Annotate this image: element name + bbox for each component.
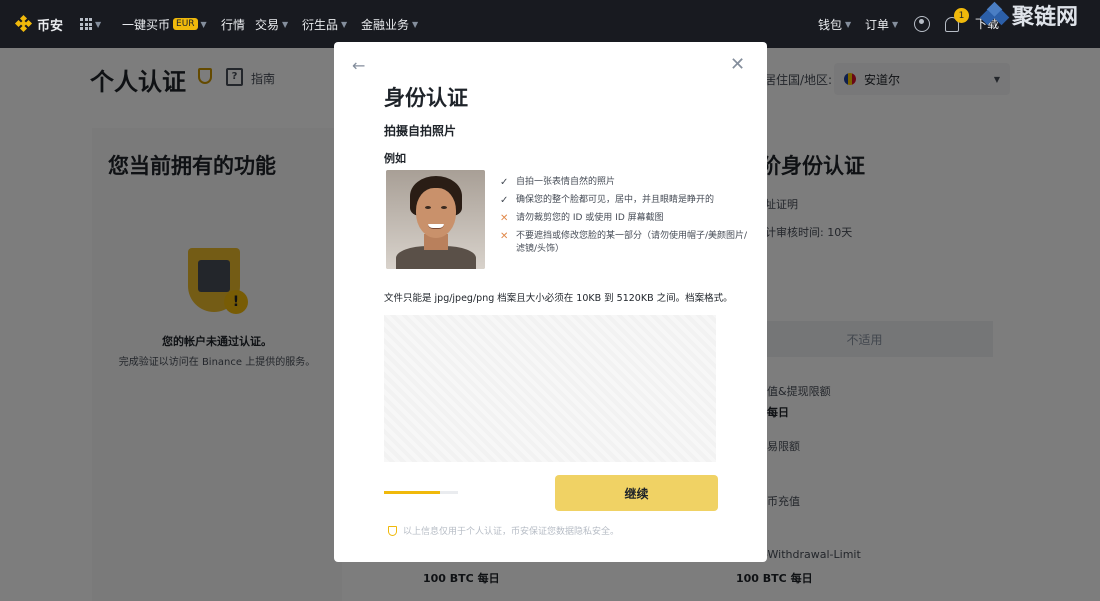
watermark-logo-icon [979,1,1010,26]
orders-menu[interactable]: 订单 ▼ [865,0,898,48]
currency-badge: EUR [173,18,198,30]
nav-item-buy-crypto[interactable]: 一键买币 EUR ▼ [122,0,207,48]
modal-title: 身份认证 [384,86,468,110]
rule-text: 请勿裁剪您的 ID 或使用 ID 屏幕截图 [516,213,664,223]
apps-menu-button[interactable]: ▼ [80,0,101,48]
orders-label: 订单 [865,17,890,32]
binance-logo[interactable]: 币安 [14,0,64,48]
rule-text: 确保您的整个脸都可见，居中，并且眼睛是睁开的 [516,195,715,205]
wallet-label: 钱包 [818,17,843,32]
selfie-rules-list: ✓ 自拍一张表情自然的照片 ✓ 确保您的整个脸都可见，居中，并且眼睛是睁开的 ✕… [500,176,750,261]
selfie-rule: ✕ 不要遮挡或修改您脸的某一部分（请勿使用帽子/美颜图片/滤镜/头饰） [500,230,750,256]
nav-item-derivatives[interactable]: 衍生品 ▼ [302,0,347,48]
notification-count-badge: 1 [954,8,969,23]
nav-item-trade[interactable]: 交易 ▼ [255,0,288,48]
identity-verification-modal: ← ✕ 身份认证 拍摄自拍照片 例如 ✓ 自拍一张表情自然的照片 ✓ 确保您的整… [334,42,767,562]
modal-subtitle: 拍摄自拍照片 [384,124,457,138]
logo-text: 币安 [37,18,64,34]
chevron-down-icon: ▼ [95,19,102,29]
example-selfie-image [386,170,485,269]
cross-icon: ✕ [500,231,509,242]
selfie-upload-area[interactable] [384,315,716,462]
example-label: 例如 [384,152,406,165]
selfie-rule: ✓ 确保您的整个脸都可见，居中，并且眼睛是睁开的 [500,194,750,207]
grid-icon [80,18,92,30]
notifications-button[interactable] [945,0,959,48]
nav-item-label: 行情 [221,17,246,32]
file-requirements-note: 文件只能是 jpg/jpeg/png 档案且大小必须在 10KB 到 5120K… [384,293,733,304]
cross-icon: ✕ [500,213,509,224]
close-icon[interactable]: ✕ [730,54,745,75]
privacy-notice: 以上信息仅用于个人认证，币安保证您数据隐私安全。 [388,524,619,537]
chevron-down-icon: ▼ [412,19,419,29]
nav-item-label: 衍生品 [302,17,339,32]
nav-item-label: 交易 [255,17,280,32]
nav-item-finance[interactable]: 金融业务 ▼ [361,0,418,48]
shield-icon [388,525,397,536]
nav-item-markets[interactable]: 行情 [221,0,245,48]
check-icon: ✓ [500,177,509,188]
binance-logo-icon [14,14,33,33]
privacy-text: 以上信息仅用于个人认证，币安保证您数据隐私安全。 [403,527,620,537]
rule-text: 自拍一张表情自然的照片 [516,177,616,187]
profile-button[interactable] [914,0,930,48]
site-watermark: 聚链网 [979,0,1079,30]
nav-item-label: 一键买币 [122,17,171,32]
selfie-rule: ✓ 自拍一张表情自然的照片 [500,176,750,189]
user-icon [914,16,930,32]
chevron-down-icon: ▼ [892,19,899,29]
chevron-down-icon: ▼ [341,19,348,29]
rule-text: 不要遮挡或修改您脸的某一部分（请勿使用帽子/美颜图片/滤镜/头饰） [516,231,748,254]
chevron-down-icon: ▼ [282,19,289,29]
back-arrow-icon[interactable]: ← [352,56,365,75]
watermark-text: 聚链网 [1012,4,1079,30]
top-nav: 币安 ▼ 一键买币 EUR ▼ 行情 交易 ▼ 衍生品 ▼ 金融业务 ▼ 钱包 … [0,0,1100,48]
chevron-down-icon: ▼ [845,19,852,29]
selfie-rule: ✕ 请勿裁剪您的 ID 或使用 ID 屏幕截图 [500,212,750,225]
check-icon: ✓ [500,195,509,206]
chevron-down-icon: ▼ [200,19,207,29]
continue-button[interactable]: 继续 [555,475,718,511]
wallet-menu[interactable]: 钱包 ▼ [818,0,851,48]
nav-item-label: 金融业务 [361,17,410,32]
step-progress-bar [384,491,458,494]
step-progress-fill [384,491,440,494]
